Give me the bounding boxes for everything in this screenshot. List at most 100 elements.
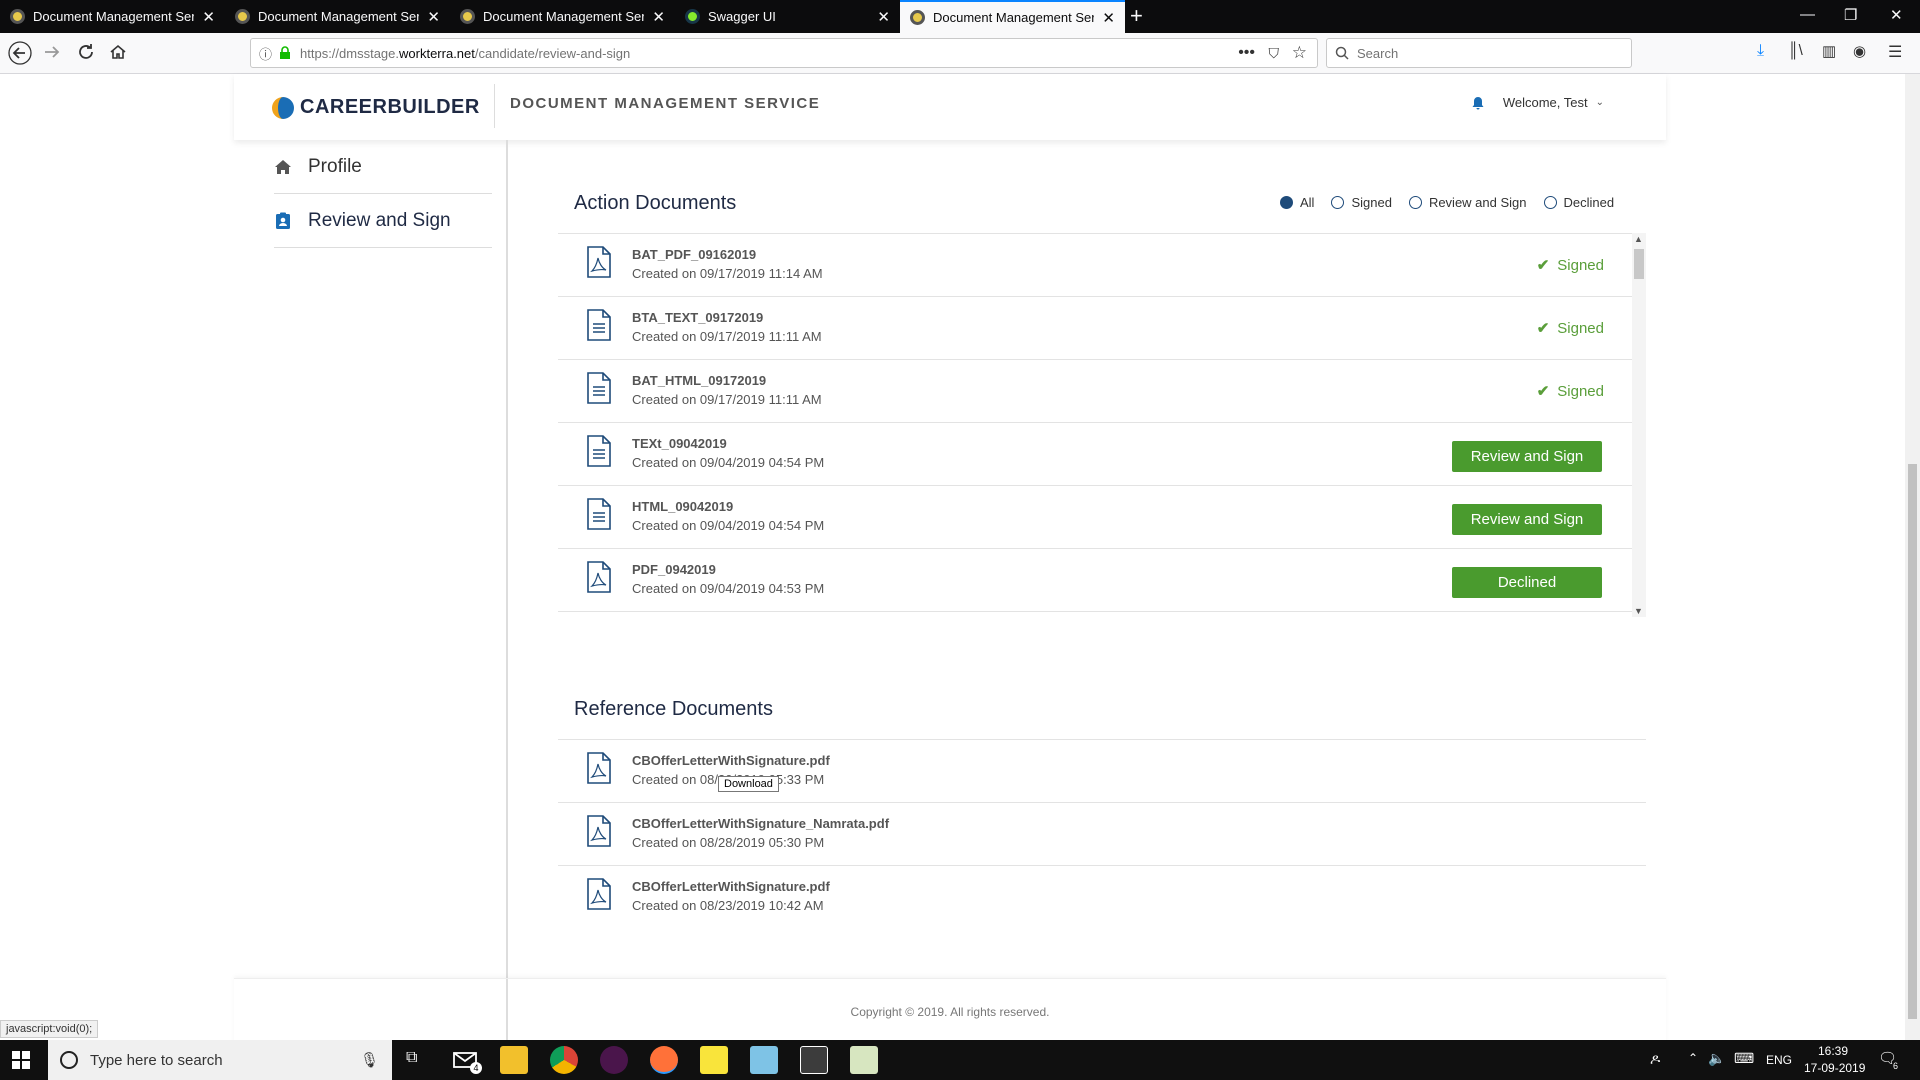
action-list-scrollbar[interactable]: ▲ ▼ (1632, 233, 1646, 617)
close-icon[interactable]: ✕ (652, 8, 665, 26)
review-and-sign-button[interactable]: Review and Sign (1452, 504, 1602, 535)
microphone-icon[interactable]: 🎙 (360, 1051, 379, 1069)
tab-title: Document Management Servic (258, 9, 420, 24)
home-icon[interactable] (108, 42, 128, 62)
downloads-icon[interactable]: ⤓ (1757, 42, 1764, 60)
document-name[interactable]: HTML_09042019 (632, 499, 733, 514)
careerbuilder-logo[interactable]: CAREERBUILDER (272, 96, 480, 119)
scrollbar-thumb[interactable] (1908, 464, 1917, 1019)
bookmark-star-icon[interactable]: ☆ (1292, 43, 1307, 63)
mail-app-icon[interactable]: 4 (452, 1046, 482, 1074)
radio[interactable] (1408, 196, 1422, 209)
window-close-icon[interactable]: ✕ (1890, 6, 1903, 24)
taskbar-search[interactable]: Type here to search 🎙 (48, 1040, 392, 1080)
excel-file-icon[interactable] (850, 1046, 878, 1074)
slack-icon[interactable] (600, 1046, 628, 1074)
filter-declined[interactable]: Declined (1543, 195, 1614, 210)
radio[interactable] (1543, 196, 1557, 209)
pocket-icon[interactable]: ⛉ (1269, 45, 1280, 62)
restore-icon[interactable]: ❐ (1844, 6, 1857, 24)
site-favicon-icon (910, 10, 925, 25)
menu-icon[interactable]: ☰ (1888, 42, 1902, 62)
page-actions-icon[interactable]: ••• (1238, 44, 1255, 62)
document-row[interactable]: PDF_0942019 Created on 09/04/2019 04:53 … (558, 549, 1632, 612)
browser-tab-3[interactable]: Document Management Servic ✕ (450, 0, 675, 33)
task-view-icon[interactable]: ⧉ (406, 1049, 417, 1067)
keyboard-icon[interactable]: ⌨ (1734, 1050, 1754, 1067)
reload-icon[interactable] (76, 42, 96, 62)
browser-tab-4[interactable]: Swagger UI ✕ (675, 0, 900, 33)
people-icon[interactable]: ዶ (1650, 1051, 1660, 1068)
forward-icon[interactable] (42, 42, 62, 62)
bell-icon[interactable] (1471, 96, 1485, 110)
reference-document-name[interactable]: CBOfferLetterWithSignature.pdf (632, 753, 830, 768)
file-explorer-icon[interactable] (500, 1046, 528, 1074)
scrollbar-thumb[interactable] (1634, 249, 1644, 279)
browser-tab-5-active[interactable]: Document Management Servic ✕ (900, 0, 1125, 33)
chevron-down-icon: ⌄ (1595, 97, 1604, 108)
sidebar-toggle-icon[interactable]: ▥ (1822, 42, 1836, 60)
clock-time[interactable]: 16:39 (1818, 1044, 1848, 1058)
sidebar-item-profile[interactable]: Profile (274, 140, 492, 194)
notepad-icon[interactable] (750, 1046, 778, 1074)
radio[interactable] (1331, 196, 1345, 209)
status-label: Signed (1557, 382, 1604, 400)
minimize-icon[interactable]: — (1800, 6, 1815, 23)
document-row[interactable]: BAT_HTML_09172019 Created on 09/17/2019 … (558, 360, 1632, 423)
close-icon[interactable]: ✕ (427, 8, 440, 26)
close-icon[interactable]: ✕ (202, 8, 215, 26)
document-row[interactable]: TEXt_09042019 Created on 09/04/2019 04:5… (558, 423, 1632, 486)
volume-icon[interactable]: 🔈 (1708, 1050, 1725, 1067)
user-menu[interactable]: Welcome, Test ⌄ (1471, 95, 1604, 110)
new-tab-button[interactable]: + (1130, 3, 1143, 29)
document-name[interactable]: BAT_HTML_09172019 (632, 373, 766, 388)
calculator-icon[interactable] (800, 1046, 828, 1074)
document-row[interactable]: BTA_TEXT_09172019 Created on 09/17/2019 … (558, 297, 1632, 360)
sidebar-item-review-and-sign[interactable]: Review and Sign (274, 194, 492, 248)
library-icon[interactable]: ║\ (1788, 42, 1803, 59)
reference-row[interactable]: CBOfferLetterWithSignature.pdf Created o… (558, 866, 1646, 929)
windows-start-icon[interactable] (12, 1051, 30, 1069)
filter-signed[interactable]: Signed (1331, 195, 1392, 210)
document-name[interactable]: TEXt_09042019 (632, 436, 727, 451)
lock-icon[interactable] (278, 46, 292, 60)
review-and-sign-button[interactable]: Review and Sign (1452, 441, 1602, 472)
reference-document-name[interactable]: CBOfferLetterWithSignature.pdf (632, 879, 830, 894)
scroll-down-icon[interactable]: ▼ (1634, 606, 1643, 616)
declined-button[interactable]: Declined (1452, 567, 1602, 598)
status-signed: ✔ Signed (1537, 319, 1604, 338)
document-name[interactable]: BTA_TEXT_09172019 (632, 310, 763, 325)
document-name[interactable]: PDF_0942019 (632, 562, 716, 577)
chevron-up-icon[interactable]: ⌃ (1688, 1051, 1698, 1065)
language-indicator[interactable]: ENG (1766, 1053, 1792, 1067)
scroll-up-icon[interactable]: ▲ (1634, 234, 1643, 244)
clock-date[interactable]: 17-09-2019 (1804, 1061, 1865, 1075)
reference-documents-title: Reference Documents (574, 698, 773, 720)
close-icon[interactable]: ✕ (1102, 9, 1115, 27)
account-icon[interactable]: ◉ (1853, 42, 1866, 60)
back-icon[interactable] (8, 41, 32, 65)
filter-all[interactable]: All (1280, 195, 1314, 210)
reference-row[interactable]: CBOfferLetterWithSignature.pdf Created o… (558, 740, 1646, 803)
pdf-file-icon (587, 246, 611, 278)
url-bar[interactable]: ⓘ https://dmsstage.workterra.net/candida… (250, 38, 1318, 68)
chrome-icon[interactable] (550, 1046, 578, 1074)
document-row[interactable]: HTML_09042019 Created on 09/04/2019 04:5… (558, 486, 1632, 549)
close-icon[interactable]: ✕ (877, 8, 890, 26)
firefox-icon[interactable] (650, 1046, 678, 1074)
browser-tab-1[interactable]: Document Management Servic ✕ (0, 0, 225, 33)
document-name[interactable]: BAT_PDF_09162019 (632, 247, 756, 262)
document-row[interactable]: BAT_PDF_09162019 Created on 09/17/2019 1… (558, 234, 1632, 297)
browser-search-bar[interactable]: Search (1326, 38, 1632, 68)
text-file-icon (587, 372, 611, 404)
clipboard-user-icon (276, 212, 290, 229)
site-favicon-icon (10, 9, 25, 24)
browser-tab-2[interactable]: Document Management Servic ✕ (225, 0, 450, 33)
radio-selected[interactable] (1280, 196, 1293, 209)
sticky-notes-icon[interactable] (700, 1046, 728, 1074)
info-icon[interactable]: ⓘ (259, 44, 272, 63)
page-scrollbar[interactable] (1905, 74, 1920, 1040)
reference-document-name[interactable]: CBOfferLetterWithSignature_Namrata.pdf (632, 816, 889, 831)
reference-row[interactable]: CBOfferLetterWithSignature_Namrata.pdf C… (558, 803, 1646, 866)
filter-review-and-sign[interactable]: Review and Sign (1408, 195, 1527, 210)
